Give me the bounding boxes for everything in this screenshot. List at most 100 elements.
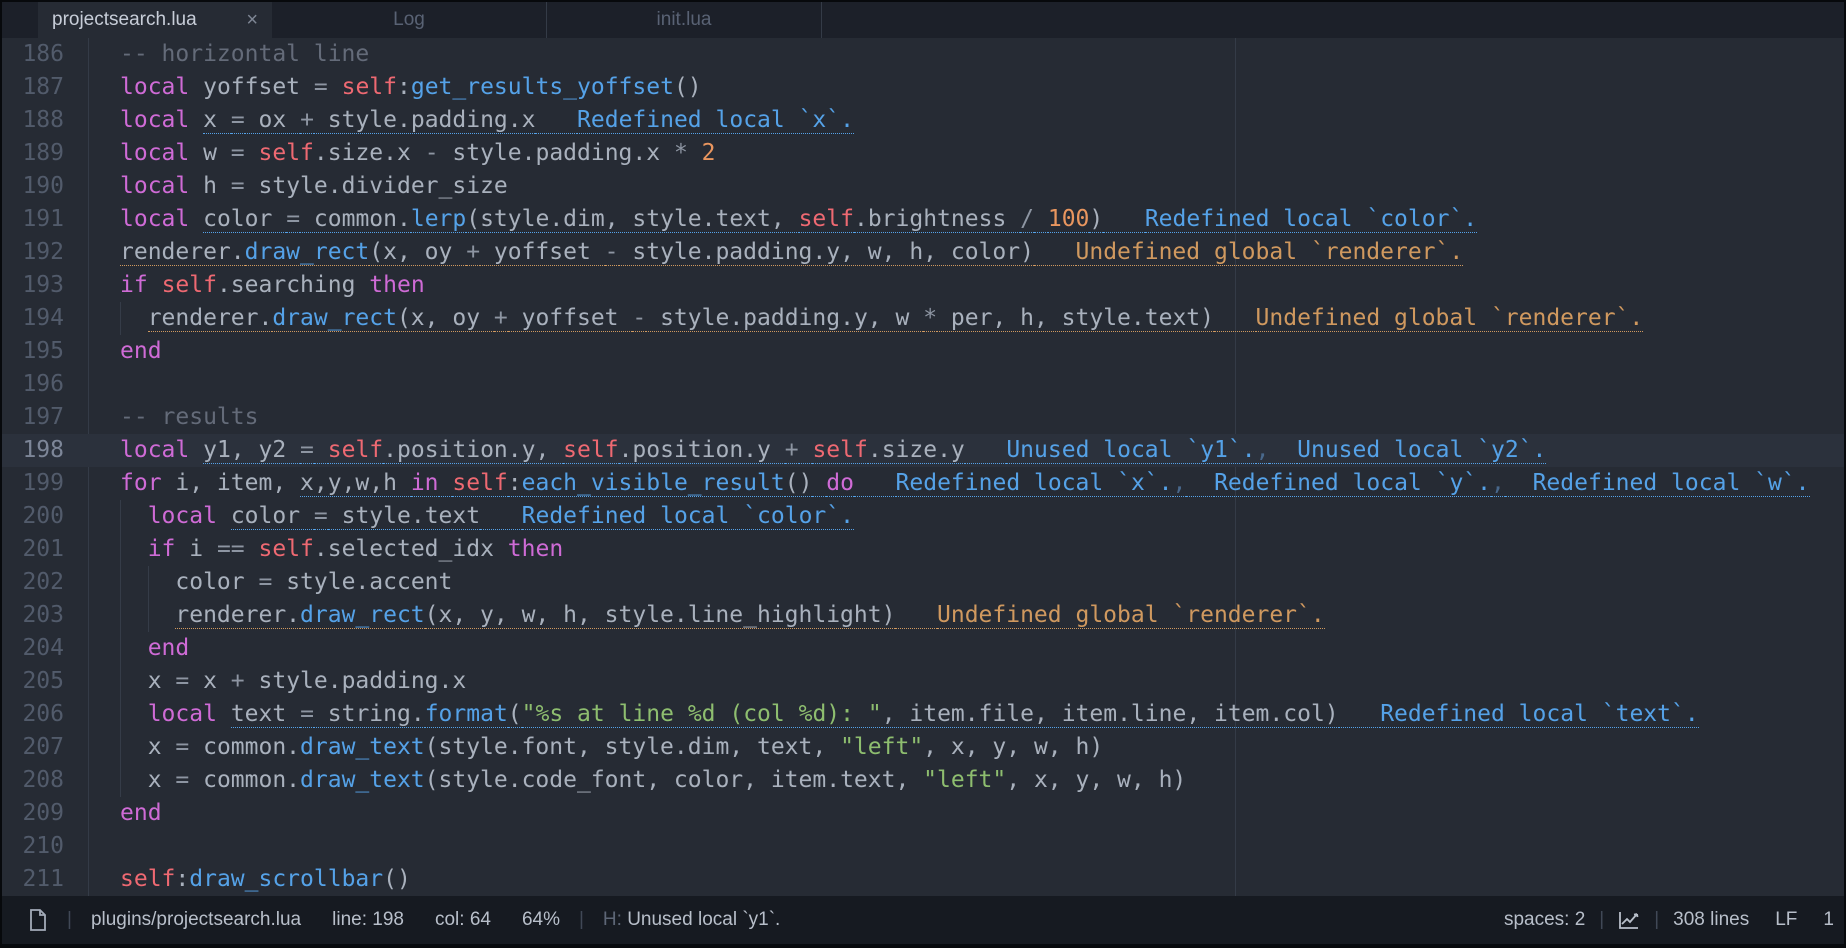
status-right: spaces: 2 | | 308 lines LF 1 bbox=[1504, 909, 1834, 931]
status-indent-mode[interactable]: spaces: 2 bbox=[1504, 909, 1585, 931]
code-line[interactable]: 198local y1, y2 = self.position.y, self.… bbox=[2, 434, 1844, 467]
code-token: string. bbox=[314, 701, 425, 728]
code-token: x bbox=[120, 734, 175, 760]
diagnostic-text: Undefined global `renderer`. bbox=[1076, 239, 1464, 266]
code-line[interactable]: 190local h = style.divider_size bbox=[2, 170, 1844, 203]
code-line[interactable]: 192renderer.draw_rect(x, oy + yoffset - … bbox=[2, 236, 1844, 269]
code-token bbox=[120, 503, 148, 529]
code-token: style.text bbox=[328, 503, 480, 530]
code-line[interactable]: 199for i, item, x,y,w,h in self:each_vis… bbox=[2, 467, 1844, 500]
code-line[interactable]: 206 local text = string.format("%s at li… bbox=[2, 698, 1844, 731]
line-number: 205 bbox=[2, 665, 64, 698]
code-token: (style.font, style.dim, text, bbox=[425, 734, 840, 760]
tab-projectsearch-lua[interactable]: projectsearch.lua× bbox=[38, 2, 272, 38]
code-token: + bbox=[231, 668, 245, 694]
code-line[interactable]: 196 bbox=[2, 368, 1844, 401]
code-line[interactable]: 211self:draw_scrollbar() bbox=[2, 863, 1844, 896]
code-line[interactable]: 202 color = style.accent bbox=[2, 566, 1844, 599]
code-line[interactable]: 187local yoffset = self:get_results_yoff… bbox=[2, 71, 1844, 104]
status-scroll-percent[interactable]: 64% bbox=[522, 909, 560, 931]
code-text: renderer.draw_rect(x, oy + yoffset - sty… bbox=[120, 302, 1844, 335]
status-diagnostic-prefix: H: bbox=[603, 909, 622, 930]
code-token: .position.y, bbox=[383, 437, 563, 464]
code-token bbox=[314, 437, 328, 464]
status-divider: | bbox=[67, 909, 72, 931]
code-token bbox=[1034, 206, 1048, 233]
code-line[interactable]: 203 renderer.draw_rect(x, y, w, h, style… bbox=[2, 599, 1844, 632]
code-line[interactable]: 210 bbox=[2, 830, 1844, 863]
code-token: () bbox=[383, 866, 411, 892]
code-line[interactable]: 201 if i == self.selected_idx then bbox=[2, 533, 1844, 566]
status-diagnostic[interactable]: H: Unused local `y1`. bbox=[603, 909, 780, 931]
line-number: 187 bbox=[2, 71, 64, 104]
line-number: 186 bbox=[2, 38, 64, 71]
status-line[interactable]: line: 198 bbox=[332, 909, 404, 931]
code-token: renderer. bbox=[120, 239, 245, 266]
status-line-count[interactable]: 308 lines bbox=[1673, 909, 1749, 931]
code-editor[interactable]: 186-- horizontal line187local yoffset = … bbox=[2, 38, 1844, 896]
code-token bbox=[895, 602, 937, 629]
code-text: local color = common.lerp(style.dim, sty… bbox=[120, 203, 1844, 236]
code-token: : bbox=[397, 74, 411, 100]
code-token: style.divider_size bbox=[245, 173, 508, 199]
code-token: self bbox=[812, 437, 867, 464]
code-token bbox=[965, 437, 1007, 464]
code-line[interactable]: 209 end bbox=[2, 797, 1844, 830]
code-line[interactable]: 197-- results bbox=[2, 401, 1844, 434]
code-line[interactable]: 189local w = self.size.x - style.padding… bbox=[2, 137, 1844, 170]
code-token bbox=[328, 74, 342, 100]
code-token: = bbox=[231, 173, 245, 199]
code-line[interactable]: 205 x = x + style.padding.x bbox=[2, 665, 1844, 698]
line-number: 195 bbox=[2, 335, 64, 368]
code-line[interactable]: 207 x = common.draw_text(style.font, sty… bbox=[2, 731, 1844, 764]
code-token: + bbox=[785, 437, 799, 464]
status-extra: 1 bbox=[1823, 909, 1834, 931]
code-line[interactable]: 194 renderer.draw_rect(x, oy + yoffset -… bbox=[2, 302, 1844, 335]
line-number: 200 bbox=[2, 500, 64, 533]
line-number: 193 bbox=[2, 269, 64, 302]
code-line[interactable]: 208 x = common.draw_text(style.code_font… bbox=[2, 764, 1844, 797]
code-token: end bbox=[120, 338, 162, 364]
code-token: self bbox=[342, 74, 397, 100]
code-token bbox=[148, 272, 162, 298]
status-line-ending[interactable]: LF bbox=[1775, 909, 1797, 931]
code-line[interactable]: 191local color = common.lerp(style.dim, … bbox=[2, 203, 1844, 236]
code-line[interactable]: 188local x = ox + style.padding.x Redefi… bbox=[2, 104, 1844, 137]
code-text: x = common.draw_text(style.code_font, co… bbox=[120, 764, 1844, 797]
code-line[interactable]: 200 local color = style.text Redefined l… bbox=[2, 500, 1844, 533]
code-line[interactable]: 204 end bbox=[2, 632, 1844, 665]
line-number: 192 bbox=[2, 236, 64, 269]
code-token: local bbox=[120, 140, 189, 166]
code-line[interactable]: 193if self.searching then bbox=[2, 269, 1844, 302]
status-left: | plugins/projectsearch.lua line: 198 co… bbox=[28, 908, 1504, 932]
code-token bbox=[217, 503, 231, 529]
code-line[interactable]: 186-- horizontal line bbox=[2, 38, 1844, 71]
code-token: if bbox=[120, 272, 148, 298]
line-number: 209 bbox=[2, 797, 64, 830]
status-divider: | bbox=[579, 909, 584, 931]
code-text: local y1, y2 = self.position.y, self.pos… bbox=[120, 434, 1844, 467]
code-token: , bbox=[1173, 470, 1187, 497]
code-token: local bbox=[120, 107, 189, 133]
close-icon[interactable]: × bbox=[234, 10, 258, 30]
chart-line-icon[interactable] bbox=[1618, 910, 1640, 930]
code-token bbox=[854, 470, 896, 497]
diagnostic-text: Undefined global `renderer`. bbox=[1256, 305, 1644, 332]
code-token: i bbox=[175, 536, 217, 562]
code-token bbox=[217, 701, 231, 727]
code-text: end bbox=[120, 335, 1844, 368]
code-token bbox=[480, 503, 522, 530]
code-token: + bbox=[466, 239, 480, 266]
code-token: draw_scrollbar bbox=[189, 866, 383, 892]
code-token: + bbox=[494, 305, 508, 332]
code-line[interactable]: 195 end bbox=[2, 335, 1844, 368]
tab-init-lua[interactable]: init.lua bbox=[547, 2, 822, 38]
line-number: 210 bbox=[2, 830, 64, 863]
indent-guide bbox=[120, 665, 121, 698]
tab-log[interactable]: Log bbox=[272, 2, 547, 38]
code-token: get_results_yoffset bbox=[411, 74, 674, 100]
status-col[interactable]: col: 64 bbox=[435, 909, 491, 931]
code-token: .selected_idx bbox=[314, 536, 508, 562]
code-token: 100 bbox=[1048, 206, 1090, 233]
code-token: end bbox=[120, 800, 162, 826]
